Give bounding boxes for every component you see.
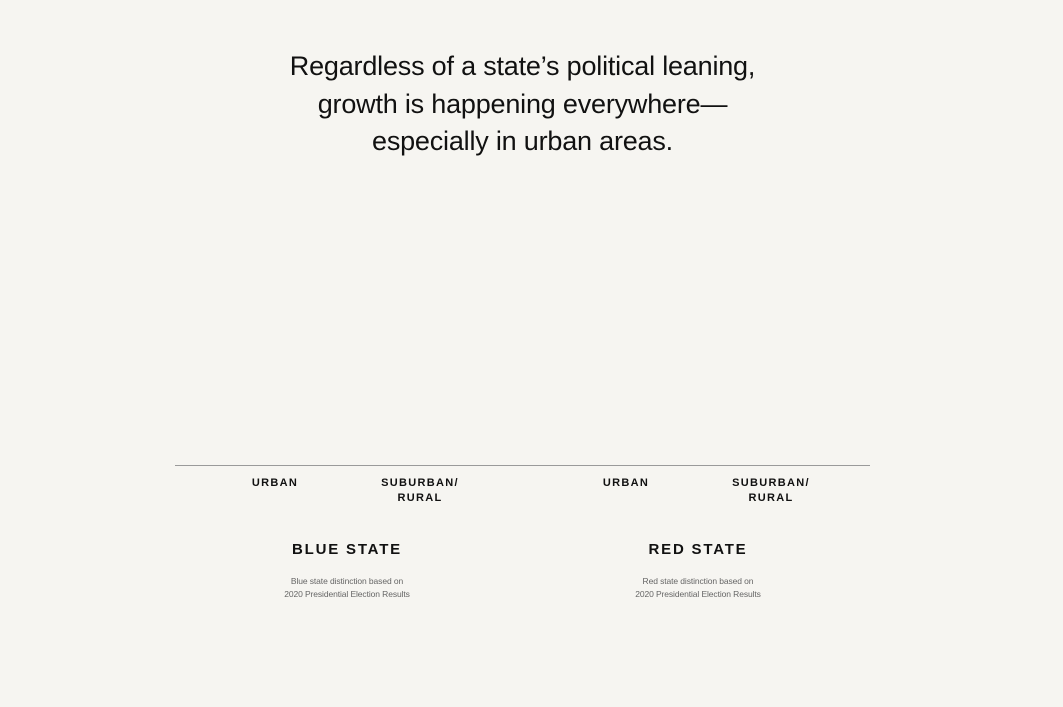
- x-tick-label-line: RURAL: [748, 492, 794, 504]
- x-tick-label-line: RURAL: [397, 492, 443, 504]
- chart-plot-area: [175, 465, 870, 466]
- x-tick-label-line: URBAN: [251, 477, 299, 489]
- x-tick-label-line: URBAN: [602, 477, 650, 489]
- note-line: Blue state distinction based on: [290, 576, 404, 586]
- note-line: 2020 Presidential Election Results: [284, 589, 410, 599]
- x-tick-label-line: SUBURBAN/: [732, 477, 810, 489]
- note-line: Red state distinction based on: [642, 576, 754, 586]
- x-tick-label-blue-urban: URBAN: [252, 476, 298, 491]
- x-tick-label-line: SUBURBAN/: [381, 477, 459, 489]
- group-label-blue-state: BLUE STATE: [292, 541, 402, 558]
- x-tick-label-red-urban: URBAN: [603, 476, 649, 491]
- group-note-blue-state: Blue state distinction based on 2020 Pre…: [284, 575, 410, 601]
- note-line: 2020 Presidential Election Results: [635, 589, 761, 599]
- x-tick-label-red-suburban-rural: SUBURBAN/ RURAL: [732, 476, 810, 506]
- x-tick-label-blue-suburban-rural: SUBURBAN/ RURAL: [381, 476, 459, 506]
- group-label-red-state: RED STATE: [648, 541, 748, 558]
- group-note-red-state: Red state distinction based on 2020 Pres…: [635, 575, 761, 601]
